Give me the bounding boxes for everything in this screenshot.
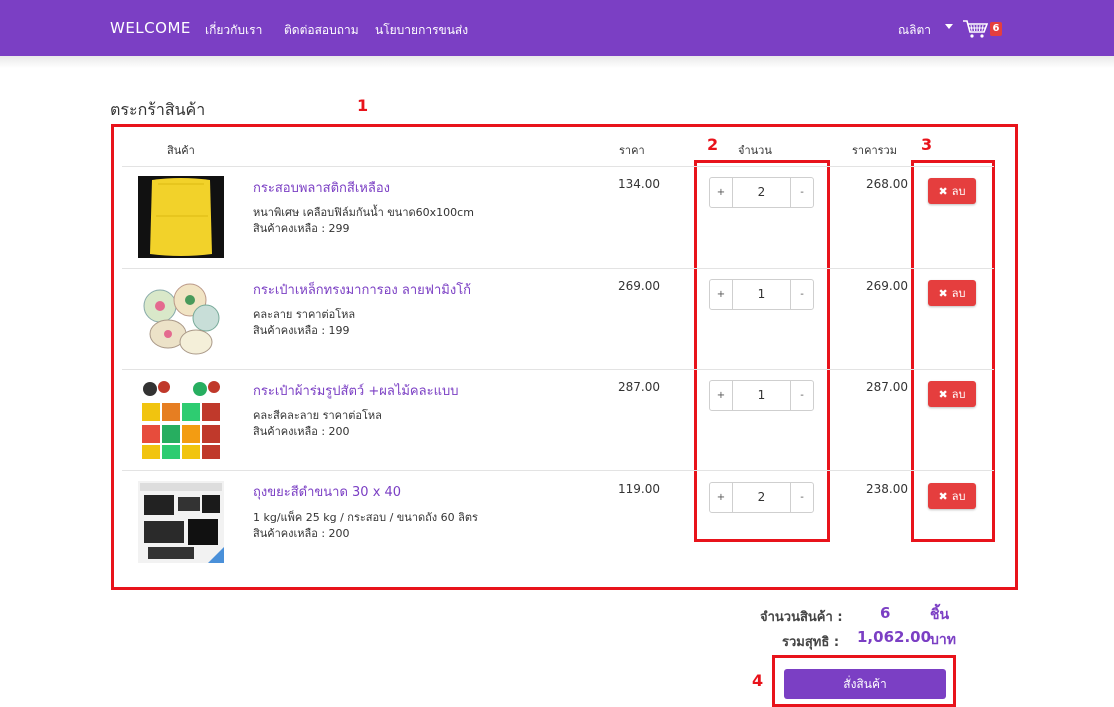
close-icon: ✖ — [938, 286, 948, 300]
nav-link-contact[interactable]: ติดต่อสอบถาม — [284, 21, 359, 40]
navbar-shadow — [0, 56, 1114, 68]
nav-link-shipping[interactable]: นโยบายการขนส่ง — [375, 21, 468, 40]
row-divider — [122, 268, 994, 269]
decrease-qty-button[interactable]: - — [790, 177, 814, 208]
decrease-qty-button[interactable]: - — [790, 482, 814, 513]
delete-label: ลบ — [951, 388, 966, 401]
nav-link-about[interactable]: เกี่ยวกับเรา — [205, 21, 262, 40]
product-name-link[interactable]: ถุงขยะสีดำขนาด 30 x 40 — [253, 481, 401, 502]
delete-button[interactable]: ✖ ลบ — [928, 483, 976, 509]
caret-down-icon[interactable] — [945, 24, 953, 29]
delete-label: ลบ — [951, 490, 966, 503]
line-total: 268.00 — [866, 177, 908, 191]
macaron-tins-image — [138, 278, 224, 360]
shopping-cart-icon[interactable] — [962, 19, 990, 39]
increase-qty-button[interactable]: + — [709, 482, 733, 513]
annotation-number-1: 1 — [357, 96, 369, 115]
quantity-stepper: + 2 - — [709, 482, 814, 513]
net-total-unit: บาท — [930, 632, 956, 648]
cart-count-badge: 6 — [990, 22, 1002, 36]
quantity-input[interactable]: 1 — [733, 279, 790, 310]
increase-qty-button[interactable]: + — [709, 380, 733, 411]
delete-label: ลบ — [951, 185, 966, 198]
item-count-value: 6 — [880, 604, 891, 622]
header-total: ราคารวม — [852, 144, 897, 157]
header-price: ราคา — [619, 144, 645, 157]
product-name-link[interactable]: กระสอบพลาสติกสีเหลือง — [253, 177, 390, 198]
net-total-value: 1,062.00 — [857, 628, 932, 646]
annotation-number-4: 4 — [752, 671, 764, 690]
row-divider — [122, 166, 994, 167]
row-divider — [122, 470, 994, 471]
page-title: ตระกร้าสินค้า — [110, 100, 206, 119]
line-total: 287.00 — [866, 380, 908, 394]
yellow-sack-image — [138, 176, 224, 258]
row-divider — [122, 369, 994, 370]
close-icon: ✖ — [938, 387, 948, 401]
header-product: สินค้า — [167, 144, 195, 157]
product-name-link[interactable]: กระเป๋าผ้าร่มรูปสัตว์ +ผลไม้คละแบบ — [253, 380, 458, 401]
quantity-stepper: + 1 - — [709, 380, 814, 411]
increase-qty-button[interactable]: + — [709, 177, 733, 208]
item-count-label: จำนวนสินค้า : — [760, 610, 843, 625]
delete-button[interactable]: ✖ ลบ — [928, 381, 976, 407]
header-quantity: จำนวน — [738, 144, 772, 157]
quantity-input[interactable]: 2 — [733, 177, 790, 208]
fruit-bags-image — [138, 379, 224, 461]
decrease-qty-button[interactable]: - — [790, 380, 814, 411]
place-order-button[interactable]: สั่งสินค้า — [784, 669, 946, 699]
line-total: 238.00 — [866, 482, 908, 496]
annotation-box-cart-table — [111, 124, 1018, 590]
product-price: 287.00 — [618, 380, 660, 394]
product-price: 269.00 — [618, 279, 660, 293]
close-icon: ✖ — [938, 184, 948, 198]
annotation-number-2: 2 — [707, 135, 719, 154]
brand-link[interactable]: WELCOME — [110, 19, 191, 37]
product-price: 119.00 — [618, 482, 660, 496]
quantity-stepper: + 2 - — [709, 177, 814, 208]
item-count-unit: ชิ้น — [930, 607, 950, 623]
user-menu[interactable]: ณลิตา — [898, 21, 931, 40]
product-name-link[interactable]: กระเป๋าเหล็กทรงมาการอง ลายฟามิงโก้ — [253, 279, 471, 300]
delete-button[interactable]: ✖ ลบ — [928, 280, 976, 306]
product-stock: สินค้าคงเหลือ : 199 — [253, 324, 350, 337]
increase-qty-button[interactable]: + — [709, 279, 733, 310]
quantity-stepper: + 1 - — [709, 279, 814, 310]
annotation-number-3: 3 — [921, 135, 933, 154]
decrease-qty-button[interactable]: - — [790, 279, 814, 310]
product-price: 134.00 — [618, 177, 660, 191]
top-navbar: WELCOME เกี่ยวกับเรา ติดต่อสอบถาม นโยบาย… — [0, 0, 1114, 56]
quantity-input[interactable]: 1 — [733, 380, 790, 411]
quantity-input[interactable]: 2 — [733, 482, 790, 513]
net-total-label: รวมสุทธิ : — [782, 635, 840, 650]
product-stock: สินค้าคงเหลือ : 200 — [253, 425, 350, 438]
line-total: 269.00 — [866, 279, 908, 293]
delete-label: ลบ — [951, 287, 966, 300]
delete-button[interactable]: ✖ ลบ — [928, 178, 976, 204]
black-garbage-bags-image — [138, 481, 224, 563]
product-stock: สินค้าคงเหลือ : 299 — [253, 222, 350, 235]
close-icon: ✖ — [938, 489, 948, 503]
product-stock: สินค้าคงเหลือ : 200 — [253, 527, 350, 540]
